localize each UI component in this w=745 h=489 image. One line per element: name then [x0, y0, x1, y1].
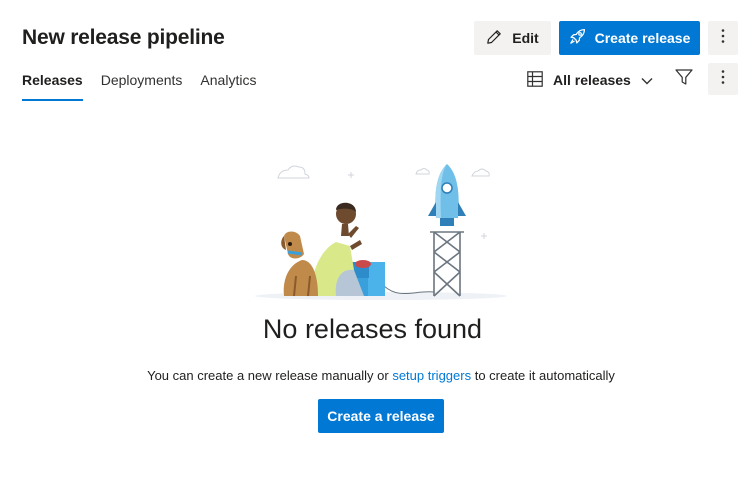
- tab-releases[interactable]: Releases: [22, 72, 83, 102]
- create-release-label: Create release: [594, 30, 691, 46]
- page-title: New release pipeline: [22, 26, 225, 49]
- edit-button-label: Edit: [512, 30, 539, 46]
- table-icon: [527, 70, 543, 90]
- empty-state-desc-suffix: to create it automatically: [471, 368, 615, 383]
- create-a-release-button[interactable]: Create a release: [318, 399, 444, 433]
- view-selector-label: All releases: [553, 72, 631, 88]
- rocket-icon: [569, 28, 586, 48]
- tab-bar: Releases Deployments Analytics: [22, 72, 274, 102]
- empty-state-desc-prefix: You can create a new release manually or: [147, 368, 393, 383]
- filter-button[interactable]: [674, 69, 694, 91]
- chevron-down-icon: [641, 72, 653, 88]
- empty-state-description: You can create a new release manually or…: [0, 368, 745, 383]
- more-vertical-icon: [721, 69, 725, 90]
- more-view-options-button[interactable]: [708, 63, 738, 95]
- edit-button[interactable]: Edit: [474, 21, 551, 55]
- more-actions-button[interactable]: [708, 21, 738, 55]
- view-selector[interactable]: All releases: [527, 70, 653, 90]
- more-vertical-icon: [721, 28, 725, 49]
- filter-icon: [675, 69, 693, 91]
- empty-state-illustration: [250, 150, 512, 302]
- create-release-button[interactable]: Create release: [559, 21, 700, 55]
- tab-analytics[interactable]: Analytics: [200, 72, 256, 102]
- pencil-icon: [486, 29, 502, 48]
- setup-triggers-link[interactable]: setup triggers: [392, 368, 471, 383]
- tab-deployments[interactable]: Deployments: [101, 72, 183, 102]
- empty-state-title: No releases found: [262, 314, 483, 344]
